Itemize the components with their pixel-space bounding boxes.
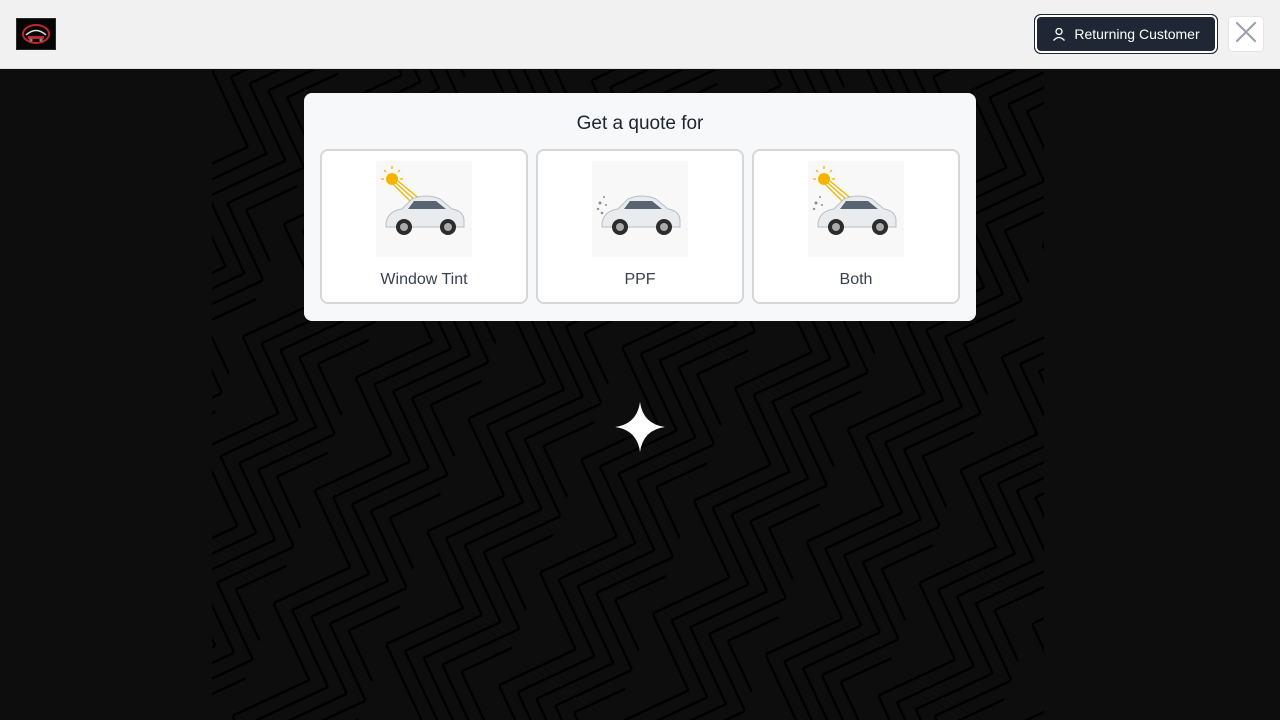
option-label: Window Tint bbox=[380, 271, 468, 288]
option-window-tint[interactable]: Window Tint bbox=[320, 149, 528, 304]
modal-title: Get a quote for bbox=[576, 113, 704, 134]
close-button[interactable] bbox=[1228, 16, 1264, 52]
option-label: PPF bbox=[624, 271, 656, 288]
returning-customer-button[interactable]: Returning Customer bbox=[1034, 14, 1218, 54]
top-bar: Returning Customer bbox=[0, 0, 1280, 69]
option-ppf[interactable]: PPF bbox=[536, 149, 744, 304]
option-label: Both bbox=[839, 271, 873, 288]
returning-customer-label: Returning Customer bbox=[1074, 26, 1200, 42]
user-icon bbox=[1052, 27, 1066, 41]
company-logo-icon[interactable] bbox=[16, 18, 56, 50]
car-debris-icon bbox=[592, 161, 688, 257]
car-sun-debris-icon bbox=[808, 161, 904, 257]
option-both[interactable]: Both bbox=[752, 149, 960, 304]
close-icon bbox=[1235, 21, 1257, 48]
sparkle-icon bbox=[615, 402, 665, 452]
quote-modal: Get a quote for Window Tint PPF Both bbox=[304, 93, 976, 321]
car-sun-icon bbox=[376, 161, 472, 257]
